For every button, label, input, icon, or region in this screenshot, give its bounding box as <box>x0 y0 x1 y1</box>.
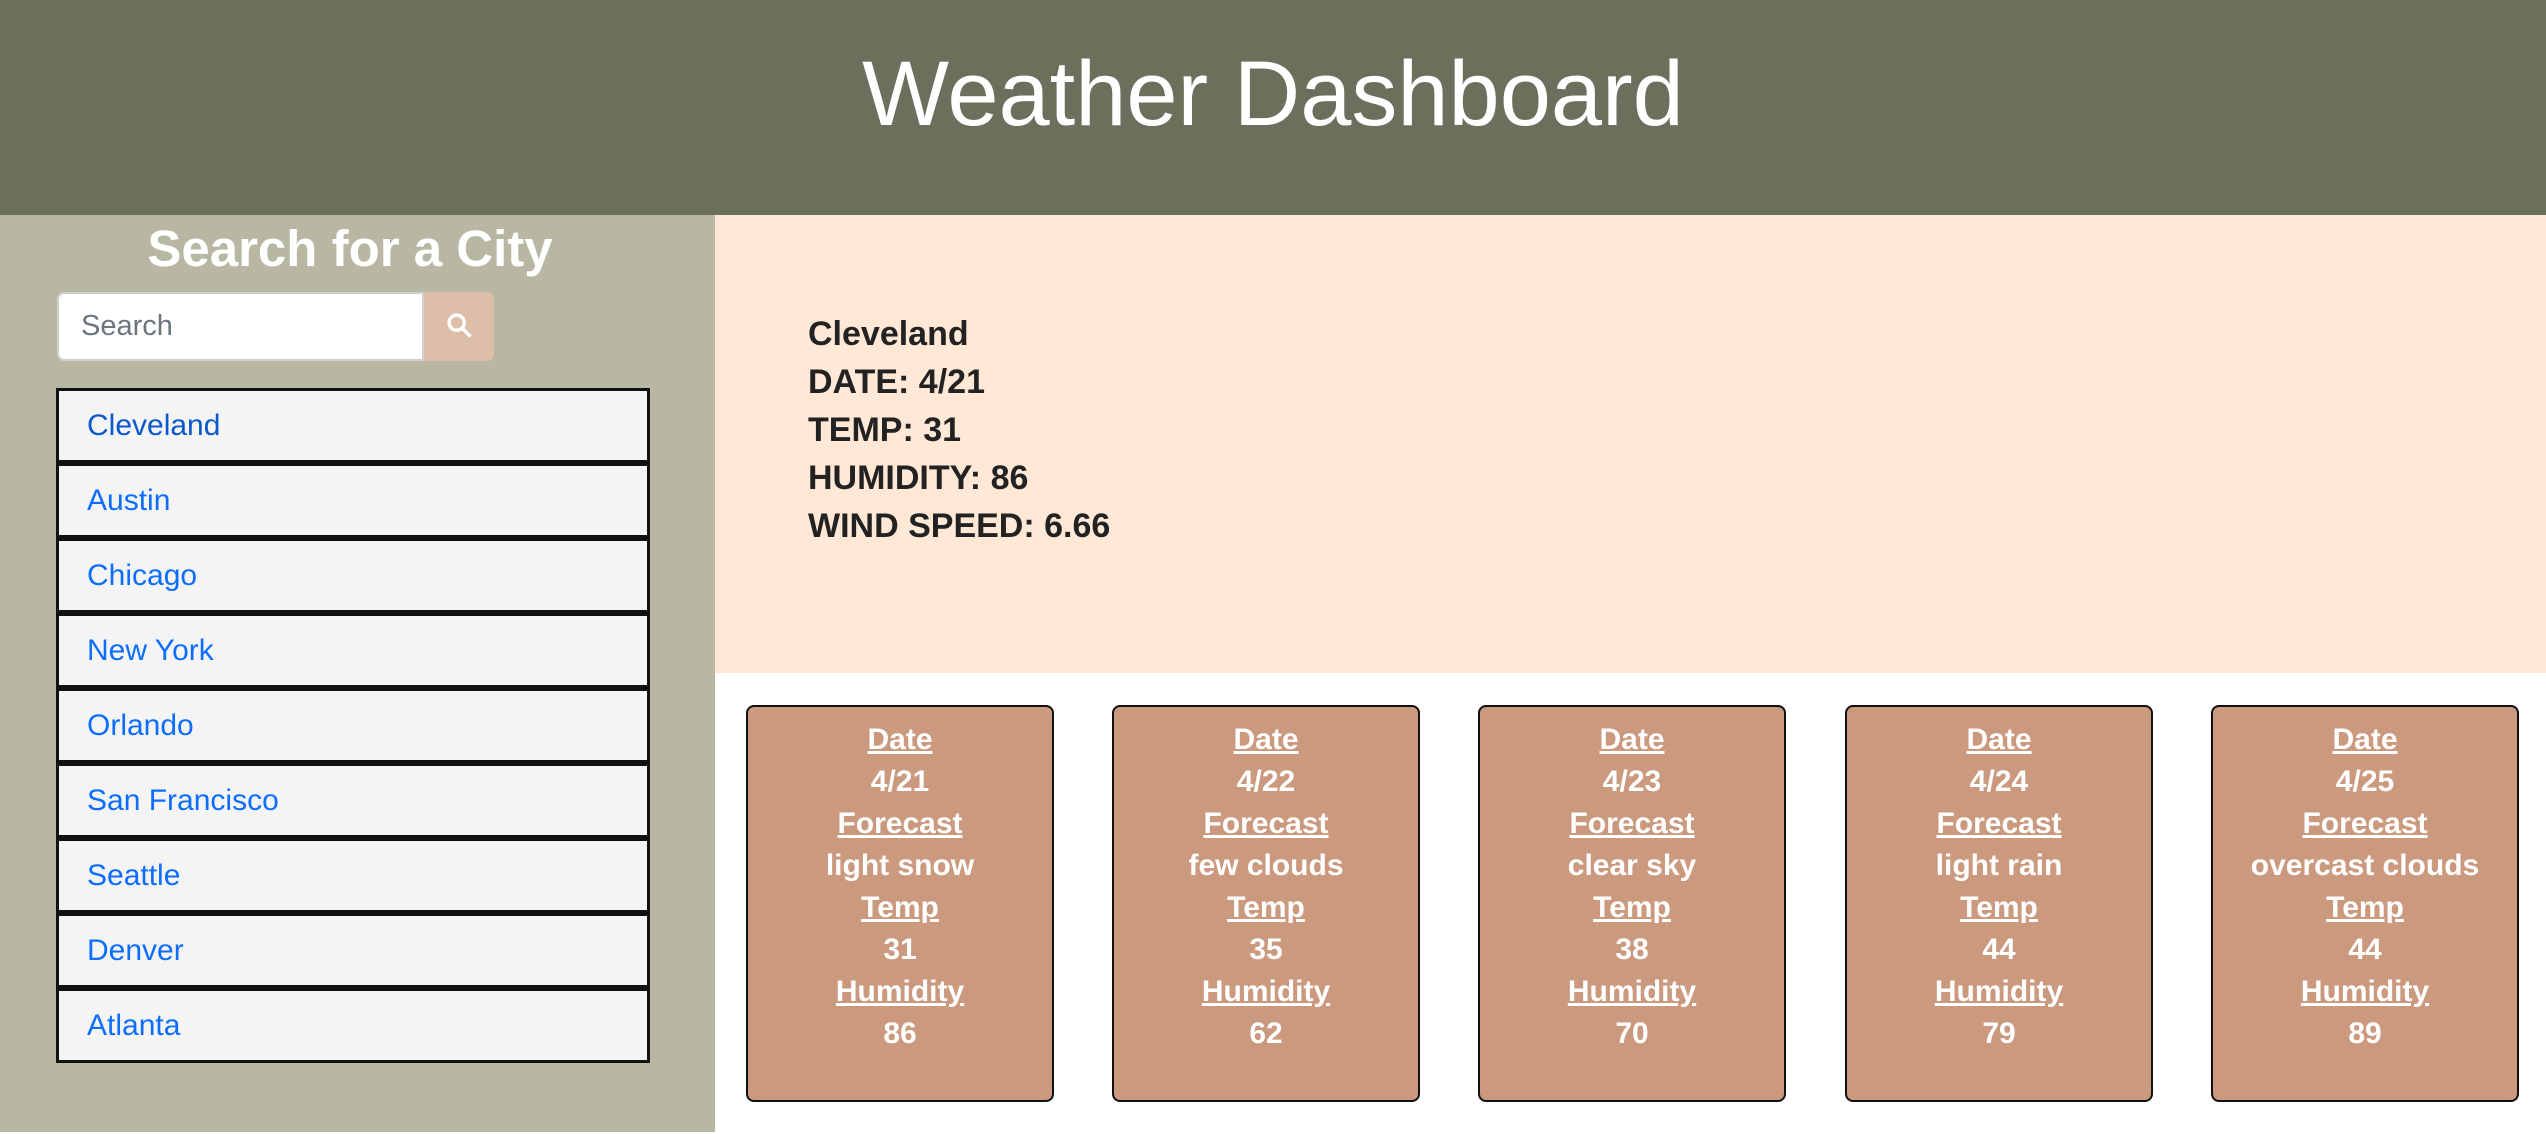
page-header: Weather Dashboard <box>0 0 2546 215</box>
forecast-date-label: Date <box>1599 723 1665 756</box>
forecast-card: Date 4/24 Forecast light rain Temp 44 Hu… <box>1845 705 2153 1102</box>
current-temp: TEMP: 31 <box>808 411 962 449</box>
forecast-temp-label: Temp <box>1960 891 2038 924</box>
forecast-humidity-label: Humidity <box>1934 975 2064 1008</box>
forecast-condition-label: Forecast <box>2302 807 2428 840</box>
city-item-san-francisco[interactable]: San Francisco <box>56 763 650 838</box>
forecast-card: Date 4/25 Forecast overcast clouds Temp … <box>2211 705 2519 1102</box>
forecast-condition-value: light snow <box>825 849 975 882</box>
forecast-temp-label: Temp <box>1593 891 1671 924</box>
forecast-humidity-label: Humidity <box>835 975 965 1008</box>
forecast-condition-value: overcast clouds <box>2250 849 2480 882</box>
forecast-humidity-value: 70 <box>1615 1017 1649 1050</box>
current-city-name: Cleveland <box>808 315 969 353</box>
city-item-denver[interactable]: Denver <box>56 913 650 988</box>
forecast-temp-value: 31 <box>883 933 917 966</box>
forecast-date-value: 4/22 <box>1236 765 1296 798</box>
forecast-temp-label: Temp <box>861 891 939 924</box>
city-item-new-york[interactable]: New York <box>56 613 650 688</box>
current-humidity: HUMIDITY: 86 <box>808 459 1029 497</box>
current-weather-panel: Cleveland DATE: 4/21 TEMP: 31 HUMIDITY: … <box>715 215 2546 673</box>
forecast-humidity-label: Humidity <box>1201 975 1331 1008</box>
city-history-list: Cleveland Austin Chicago New York Orland… <box>56 388 650 1063</box>
forecast-temp-value: 44 <box>1982 933 2016 966</box>
forecast-temp-value: 44 <box>2348 933 2382 966</box>
forecast-humidity-value: 79 <box>1982 1017 2016 1050</box>
search-input[interactable] <box>57 292 424 361</box>
forecast-humidity-value: 62 <box>1249 1017 1283 1050</box>
current-wind-speed: WIND SPEED: 6.66 <box>808 507 1111 545</box>
forecast-condition-value: few clouds <box>1188 849 1344 882</box>
forecast-condition-value: clear sky <box>1567 849 1697 882</box>
city-item-orlando[interactable]: Orlando <box>56 688 650 763</box>
forecast-temp-value: 35 <box>1249 933 1283 966</box>
city-item-cleveland[interactable]: Cleveland <box>56 388 650 463</box>
forecast-date-value: 4/25 <box>2335 765 2395 798</box>
forecast-card: Date 4/22 Forecast few clouds Temp 35 Hu… <box>1112 705 1420 1102</box>
forecast-temp-value: 38 <box>1615 933 1649 966</box>
forecast-date-value: 4/21 <box>870 765 930 798</box>
forecast-condition-label: Forecast <box>1569 807 1695 840</box>
search-button[interactable] <box>424 292 494 361</box>
city-item-chicago[interactable]: Chicago <box>56 538 650 613</box>
forecast-humidity-value: 89 <box>2348 1017 2382 1050</box>
forecast-card: Date 4/21 Forecast light snow Temp 31 Hu… <box>746 705 1054 1102</box>
forecast-card: Date 4/23 Forecast clear sky Temp 38 Hum… <box>1478 705 1786 1102</box>
forecast-condition-label: Forecast <box>1936 807 2062 840</box>
forecast-date-label: Date <box>1233 723 1299 756</box>
forecast-date-value: 4/24 <box>1969 765 2029 798</box>
search-icon <box>445 311 473 342</box>
forecast-date-value: 4/23 <box>1602 765 1662 798</box>
forecast-humidity-label: Humidity <box>2300 975 2430 1008</box>
forecast-condition-label: Forecast <box>1203 807 1329 840</box>
forecast-humidity-value: 86 <box>883 1017 917 1050</box>
sidebar-heading: Search for a City <box>147 220 553 277</box>
current-date: DATE: 4/21 <box>808 363 985 401</box>
city-item-austin[interactable]: Austin <box>56 463 650 538</box>
page-title: Weather Dashboard <box>862 43 1684 145</box>
sidebar: Search for a City Cleveland Austin Chica… <box>0 215 715 1132</box>
forecast-temp-label: Temp <box>1227 891 1305 924</box>
forecast-date-label: Date <box>867 723 933 756</box>
city-item-seattle[interactable]: Seattle <box>56 838 650 913</box>
city-item-atlanta[interactable]: Atlanta <box>56 988 650 1063</box>
forecast-condition-label: Forecast <box>837 807 963 840</box>
forecast-date-label: Date <box>1966 723 2032 756</box>
forecast-cards: Date 4/21 Forecast light snow Temp 31 Hu… <box>715 673 2546 1134</box>
forecast-date-label: Date <box>2332 723 2398 756</box>
forecast-condition-value: light rain <box>1935 849 2063 882</box>
forecast-humidity-label: Humidity <box>1567 975 1697 1008</box>
forecast-temp-label: Temp <box>2326 891 2404 924</box>
